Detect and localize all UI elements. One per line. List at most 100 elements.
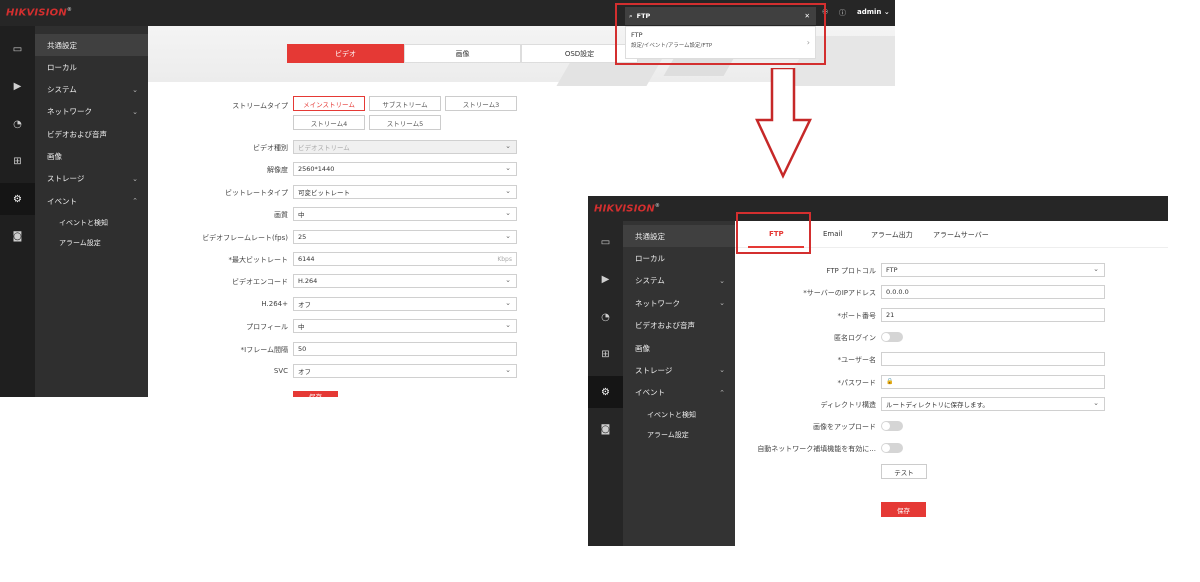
test-button[interactable]: テスト bbox=[881, 464, 927, 479]
menu-subitem-1[interactable]: アラーム設定 bbox=[35, 232, 148, 254]
menu-item-7[interactable]: イベント ⌃ bbox=[623, 382, 735, 404]
playback-icon[interactable]: ▶ bbox=[588, 264, 623, 296]
stream-option-4[interactable]: ストリーム5 bbox=[369, 115, 441, 130]
menu-item-1[interactable]: ローカル bbox=[623, 247, 735, 269]
field-label-5: *パスワード bbox=[837, 378, 877, 387]
field-value: H.264 bbox=[298, 277, 318, 286]
menu-item-0[interactable]: 共通設定 bbox=[623, 225, 735, 247]
select-1[interactable]: 2560*1440 ⌄ bbox=[293, 162, 517, 177]
select-4[interactable]: 25 ⌄ bbox=[293, 229, 517, 244]
field-value: 中 bbox=[298, 211, 305, 220]
search-input[interactable]: ⌕ FTP ✕ bbox=[625, 7, 816, 25]
menu-item-1[interactable]: ローカル bbox=[35, 56, 148, 78]
tab-1[interactable]: 画像 bbox=[404, 44, 521, 63]
save-button[interactable]: 保存 bbox=[293, 391, 338, 397]
chevron-down-icon: ⌄ bbox=[132, 85, 138, 94]
field-value: オフ bbox=[298, 368, 311, 376]
toggle-switch-3[interactable] bbox=[881, 331, 903, 342]
chevron-down-icon: ⌄ bbox=[719, 276, 725, 285]
select-6[interactable]: ルートディレクトリに保存します。 ⌄ bbox=[881, 396, 1105, 411]
ptz-icon[interactable]: ◔ bbox=[588, 301, 623, 333]
alarm-tab-2[interactable]: アラーム出力 bbox=[871, 230, 913, 240]
menu-item-label: ローカル bbox=[635, 253, 665, 263]
toggle-switch-7[interactable] bbox=[881, 421, 903, 432]
stream-option-1[interactable]: サブストリーム bbox=[369, 96, 441, 111]
stream-type-label: ストリームタイプ bbox=[232, 102, 288, 110]
search-result-item[interactable]: FTP 設定/イベント/アラーム設定/FTP › bbox=[625, 26, 816, 59]
chevron-up-icon: ⌃ bbox=[132, 197, 138, 206]
chevron-down-icon: ⌄ bbox=[505, 276, 511, 285]
stream-option-2[interactable]: ストリーム3 bbox=[445, 96, 517, 111]
settings-menu: 共通設定 ローカルシステム ⌄ ネットワーク ⌄ ビデオおよび音声画像ストレージ ⌄ イベント… bbox=[35, 26, 148, 397]
field-label-2: ビットレートタイプ bbox=[225, 188, 288, 197]
ptz-icon[interactable]: ◔ bbox=[0, 108, 35, 140]
menu-item-label: システム bbox=[635, 276, 665, 286]
field-value: オフ bbox=[298, 300, 311, 309]
menu-item-4[interactable]: ビデオおよび音声 bbox=[623, 315, 735, 337]
user-menu[interactable]: admin ⌄ bbox=[857, 8, 890, 16]
monitor-icon[interactable]: ▭ bbox=[0, 33, 35, 65]
menu-item-label: システム bbox=[47, 85, 77, 95]
apps-icon[interactable]: ⊞ bbox=[588, 339, 623, 371]
settings-menu: 共通設定 ローカル システム ⌄ ネットワーク ⌄ ビデオおよび音声 画像 ストレージ ⌄ イベント… bbox=[623, 221, 735, 546]
info-icon[interactable]: ⓘ bbox=[839, 8, 846, 18]
field-label-1: 解像度 bbox=[267, 166, 288, 175]
save-button[interactable]: 保存 bbox=[881, 502, 926, 517]
alarm-tab-3[interactable]: アラームサーバー bbox=[933, 230, 989, 240]
menu-item-2[interactable]: システム ⌄ bbox=[35, 79, 148, 101]
stream-option-0[interactable]: メインストリーム bbox=[293, 96, 365, 111]
text-input-5[interactable]: 6144 Kbps bbox=[293, 252, 517, 266]
stream-option-3[interactable]: ストリーム4 bbox=[293, 115, 365, 130]
menu-item-label: 画像 bbox=[47, 152, 62, 161]
select-3[interactable]: 中 ⌄ bbox=[293, 207, 517, 222]
menu-subitem-1[interactable]: アラーム設定 bbox=[623, 424, 735, 446]
playback-icon[interactable]: ▶ bbox=[0, 71, 35, 103]
monitor-icon[interactable]: ▭ bbox=[588, 226, 623, 258]
tab-0[interactable]: ビデオ bbox=[287, 44, 404, 63]
chevron-down-icon: ⌄ bbox=[505, 186, 511, 195]
field-value: 0.0.0.0 bbox=[886, 288, 909, 297]
select-10[interactable]: オフ ⌄ bbox=[293, 364, 517, 378]
brand-logo: HIKVISION® bbox=[6, 7, 73, 19]
menu-item-0[interactable]: 共通設定 bbox=[35, 34, 148, 56]
text-input-5[interactable]: 🔒 bbox=[881, 374, 1105, 389]
alarm-tab-1[interactable]: Email bbox=[823, 230, 842, 238]
chevron-down-icon: ⌄ bbox=[505, 142, 511, 150]
text-input-2[interactable]: 21 bbox=[881, 307, 1105, 322]
menu-item-3[interactable]: ネットワーク ⌄ bbox=[35, 101, 148, 123]
select-6[interactable]: H.264 ⌄ bbox=[293, 274, 517, 289]
menu-item-2[interactable]: システム ⌄ bbox=[623, 270, 735, 292]
menu-item-6[interactable]: ストレージ ⌄ bbox=[623, 359, 735, 381]
text-input-1[interactable]: 0.0.0.0 bbox=[881, 285, 1105, 300]
gear-icon[interactable]: ⚙ bbox=[588, 376, 623, 408]
field-label-4: *ユーザー名 bbox=[837, 356, 876, 365]
select-0[interactable]: FTP ⌄ bbox=[881, 263, 1105, 277]
select-2[interactable]: 可変ビットレート ⌄ bbox=[293, 184, 517, 199]
menu-item-6[interactable]: ストレージ ⌄ bbox=[35, 168, 148, 190]
camera-icon[interactable]: ◙ bbox=[0, 221, 35, 253]
menu-item-4[interactable]: ビデオおよび音声 bbox=[35, 123, 148, 145]
select-0[interactable]: ビデオストリーム ⌄ bbox=[293, 140, 517, 154]
field-label-7: 画像をアップロード bbox=[813, 423, 876, 432]
toggle-switch-8[interactable] bbox=[881, 443, 903, 454]
menu-item-5[interactable]: 画像 bbox=[35, 146, 148, 168]
video-tabs: ビデオ 画像 OSD設定 bbox=[287, 44, 638, 63]
apps-icon[interactable]: ⊞ bbox=[0, 146, 35, 178]
chevron-down-icon: ⌄ bbox=[505, 231, 511, 240]
field-label-5: *最大ビットレート bbox=[228, 256, 289, 264]
select-7[interactable]: オフ ⌄ bbox=[293, 296, 517, 311]
gear-icon[interactable]: ⚙ bbox=[0, 183, 35, 215]
menu-item-5[interactable]: 画像 bbox=[623, 337, 735, 359]
field-label-2: *ポート番号 bbox=[837, 311, 877, 320]
chevron-down-icon: ⌄ bbox=[505, 164, 511, 173]
text-input-9[interactable]: 50 bbox=[293, 341, 517, 356]
close-icon[interactable]: ✕ bbox=[805, 12, 810, 20]
menu-item-3[interactable]: ネットワーク ⌄ bbox=[623, 292, 735, 314]
field-label-7: H.264+ bbox=[261, 299, 288, 308]
field-label-8: 自動ネットワーク補填機能を有効に... bbox=[757, 445, 876, 454]
menu-item-label: ストレージ bbox=[635, 365, 673, 375]
camera-icon[interactable]: ◙ bbox=[588, 414, 623, 446]
select-8[interactable]: 中 ⌄ bbox=[293, 319, 517, 334]
text-input-4[interactable] bbox=[881, 352, 1105, 367]
menu-item-7[interactable]: イベント ⌃ bbox=[35, 190, 148, 212]
